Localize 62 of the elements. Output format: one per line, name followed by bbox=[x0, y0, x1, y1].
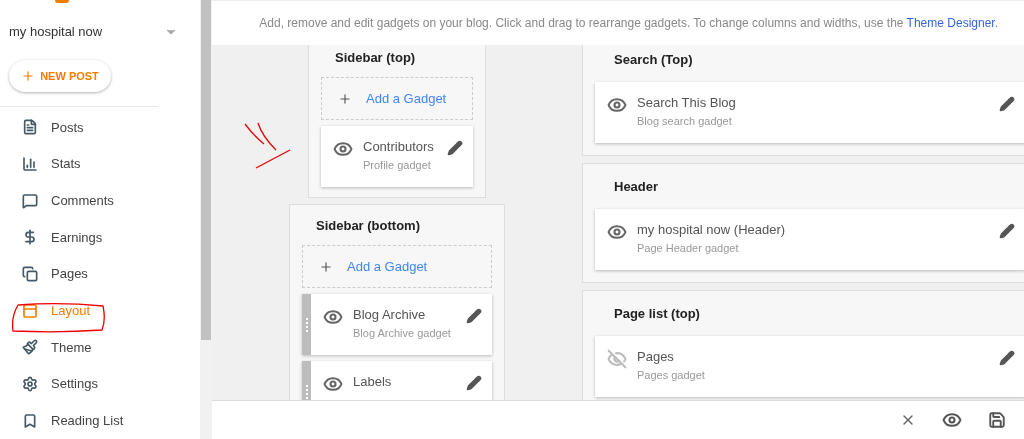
gadget-type: Profile gadget bbox=[363, 158, 432, 173]
gadget-type: Blog search gadget bbox=[637, 114, 733, 129]
gadget-name: Contributors bbox=[363, 138, 435, 156]
gadget-type: Blog Archive gadget bbox=[353, 326, 452, 341]
gadget-name: Blog Archive bbox=[353, 306, 427, 324]
dollar-icon bbox=[22, 229, 38, 246]
gadget-card[interactable]: Blog Archive Blog Archive gadget bbox=[302, 294, 492, 355]
scrollbar[interactable] bbox=[200, 0, 212, 439]
eye-icon[interactable] bbox=[333, 139, 353, 159]
gadget-name: Search This Blog bbox=[637, 94, 737, 112]
bookmark-icon bbox=[22, 412, 38, 429]
pages-icon bbox=[22, 266, 38, 282]
gadget-card[interactable]: Labels bbox=[302, 361, 492, 400]
edit-icon[interactable] bbox=[447, 140, 463, 156]
gadget-name: Labels bbox=[353, 373, 393, 391]
gadget-card[interactable]: Contributors Profile gadget bbox=[321, 126, 473, 187]
section-title: Header bbox=[613, 178, 660, 197]
gadget-card[interactable]: my hospital now (Header) Page Header gadget bbox=[595, 209, 1024, 270]
section-title: Search (Top) bbox=[613, 51, 694, 70]
edit-icon[interactable] bbox=[466, 308, 482, 324]
eye-icon[interactable] bbox=[942, 410, 962, 430]
layout-icon bbox=[22, 302, 38, 319]
settings-icon bbox=[22, 376, 38, 392]
eye-icon[interactable] bbox=[323, 374, 343, 394]
paintbrush-icon bbox=[22, 339, 38, 356]
section-title: Page list (top) bbox=[613, 305, 701, 324]
gadget-card[interactable]: Search This Blog Blog search gadget bbox=[595, 82, 1024, 143]
nav-item[interactable]: Stats bbox=[0, 145, 200, 183]
bar-chart-icon bbox=[22, 155, 38, 172]
logo-icon bbox=[55, 0, 69, 3]
nav-item[interactable]: Theme bbox=[0, 329, 200, 366]
instructions-text: Add, remove and edit gadgets on your blog. Click and drag to rearrange gadgets. To change columns and widths, use the Theme Designer. bbox=[259, 15, 998, 32]
blog-selector[interactable]: my hospital now bbox=[0, 12, 200, 52]
nav-item[interactable]: Settings bbox=[0, 365, 200, 403]
gadget-name: my hospital now (Header) bbox=[637, 221, 787, 239]
nav-item[interactable]: Earnings bbox=[0, 219, 200, 256]
eye-icon[interactable] bbox=[323, 307, 343, 327]
edit-icon[interactable] bbox=[466, 375, 482, 391]
annotation-arrow-drawing bbox=[244, 122, 292, 170]
eye-icon[interactable] bbox=[607, 222, 627, 242]
drag-handle[interactable] bbox=[302, 294, 311, 355]
document-icon bbox=[22, 119, 38, 136]
speech-bubble-icon bbox=[22, 192, 38, 209]
eye-icon[interactable] bbox=[607, 95, 627, 115]
gadget-type: Pages gadget bbox=[637, 368, 706, 383]
theme-designer-link[interactable]: Theme Designer bbox=[906, 16, 995, 30]
section-title: Sidebar (bottom) bbox=[315, 217, 421, 236]
section-title: Sidebar (top) bbox=[334, 49, 417, 68]
edit-icon[interactable] bbox=[999, 350, 1015, 366]
nav-item[interactable]: Comments bbox=[0, 182, 200, 219]
nav-item[interactable]: Reading List bbox=[0, 402, 200, 439]
plus-icon bbox=[319, 259, 333, 274]
edit-icon[interactable] bbox=[999, 96, 1015, 112]
nav-item[interactable]: Pages bbox=[0, 255, 200, 293]
plus-icon bbox=[338, 91, 352, 106]
nav-item[interactable]: Posts bbox=[0, 108, 200, 146]
plus-icon bbox=[21, 68, 36, 83]
save-icon[interactable] bbox=[988, 411, 1006, 429]
edit-icon[interactable] bbox=[999, 223, 1015, 239]
gadget-type: Page Header gadget bbox=[637, 241, 740, 256]
gadget-name: Pages bbox=[637, 348, 675, 366]
gadget-card[interactable]: Pages Pages gadget bbox=[595, 336, 1024, 397]
